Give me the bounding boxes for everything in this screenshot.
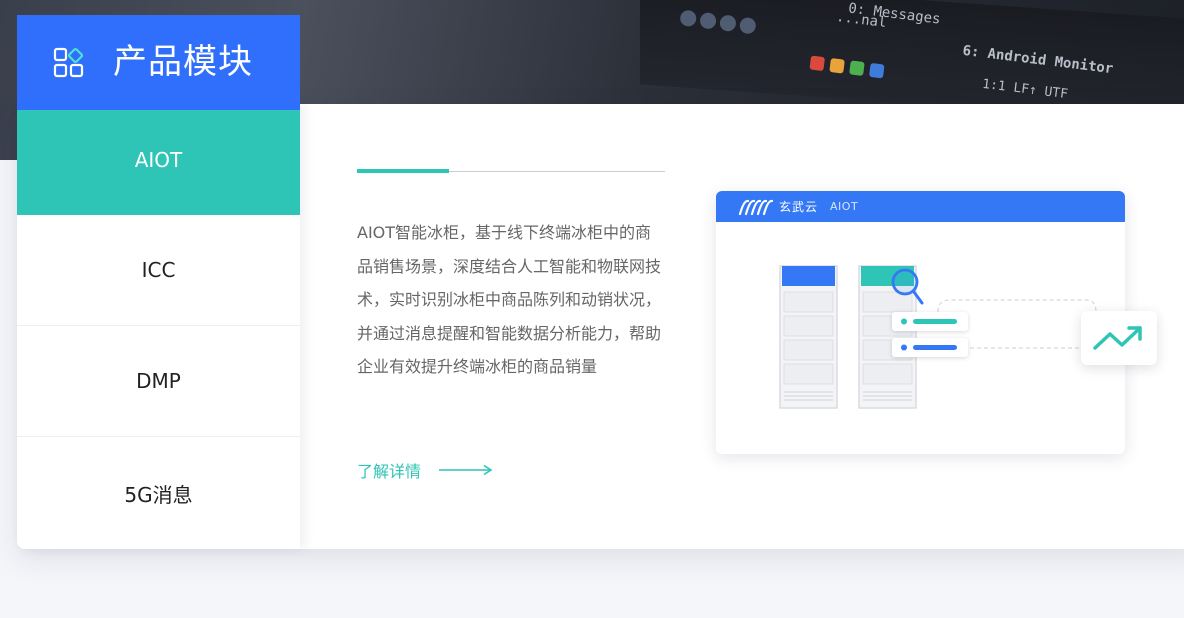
fridge-left: [779, 265, 838, 409]
grid-diamond-icon: [53, 46, 87, 80]
trend-up-icon: [1093, 326, 1142, 350]
sidebar-item-label: DMP: [136, 369, 181, 393]
sidebar-item-label: AIOT: [134, 147, 183, 172]
learn-more-link[interactable]: 了解详情: [357, 458, 493, 482]
sidebar-item-aiot[interactable]: AIOT: [17, 104, 300, 215]
sidebar-item-5g-message[interactable]: 5G消息: [17, 437, 300, 549]
sidebar-item-dmp[interactable]: DMP: [17, 326, 300, 437]
content-divider-accent: [357, 169, 449, 173]
sidebar-item-icc[interactable]: ICC: [17, 215, 300, 326]
aiot-illustration: 玄武云 AIOT: [716, 191, 1157, 454]
content-divider: [357, 169, 665, 173]
product-sidebar: AIOT ICC DMP 5G消息: [17, 104, 300, 549]
xuanwu-logo: 玄武云: [738, 198, 818, 216]
sidebar-item-label: ICC: [141, 258, 176, 282]
xuanwu-logo-mark-icon: [738, 199, 774, 215]
module-title-tab: 产品模块: [17, 15, 300, 110]
product-description: AIOT智能冰柜，基于线下终端冰柜中的商品销售场景，深度结合人工智能和物联网技术…: [357, 223, 662, 376]
illustration-tag: AIOT: [830, 200, 859, 213]
module-title: 产品模块: [113, 42, 253, 82]
arrow-right-icon: [439, 464, 493, 476]
trend-card: [1081, 311, 1157, 365]
illustration-brand: 玄武云: [779, 200, 819, 214]
info-chip-green: [892, 312, 968, 331]
info-chip-blue: [892, 338, 968, 357]
fridge-scene: [779, 265, 1097, 409]
learn-more-label: 了解详情: [357, 462, 422, 481]
sidebar-item-label: 5G消息: [124, 482, 193, 507]
illustration-header: 玄武云 AIOT: [716, 191, 1125, 222]
